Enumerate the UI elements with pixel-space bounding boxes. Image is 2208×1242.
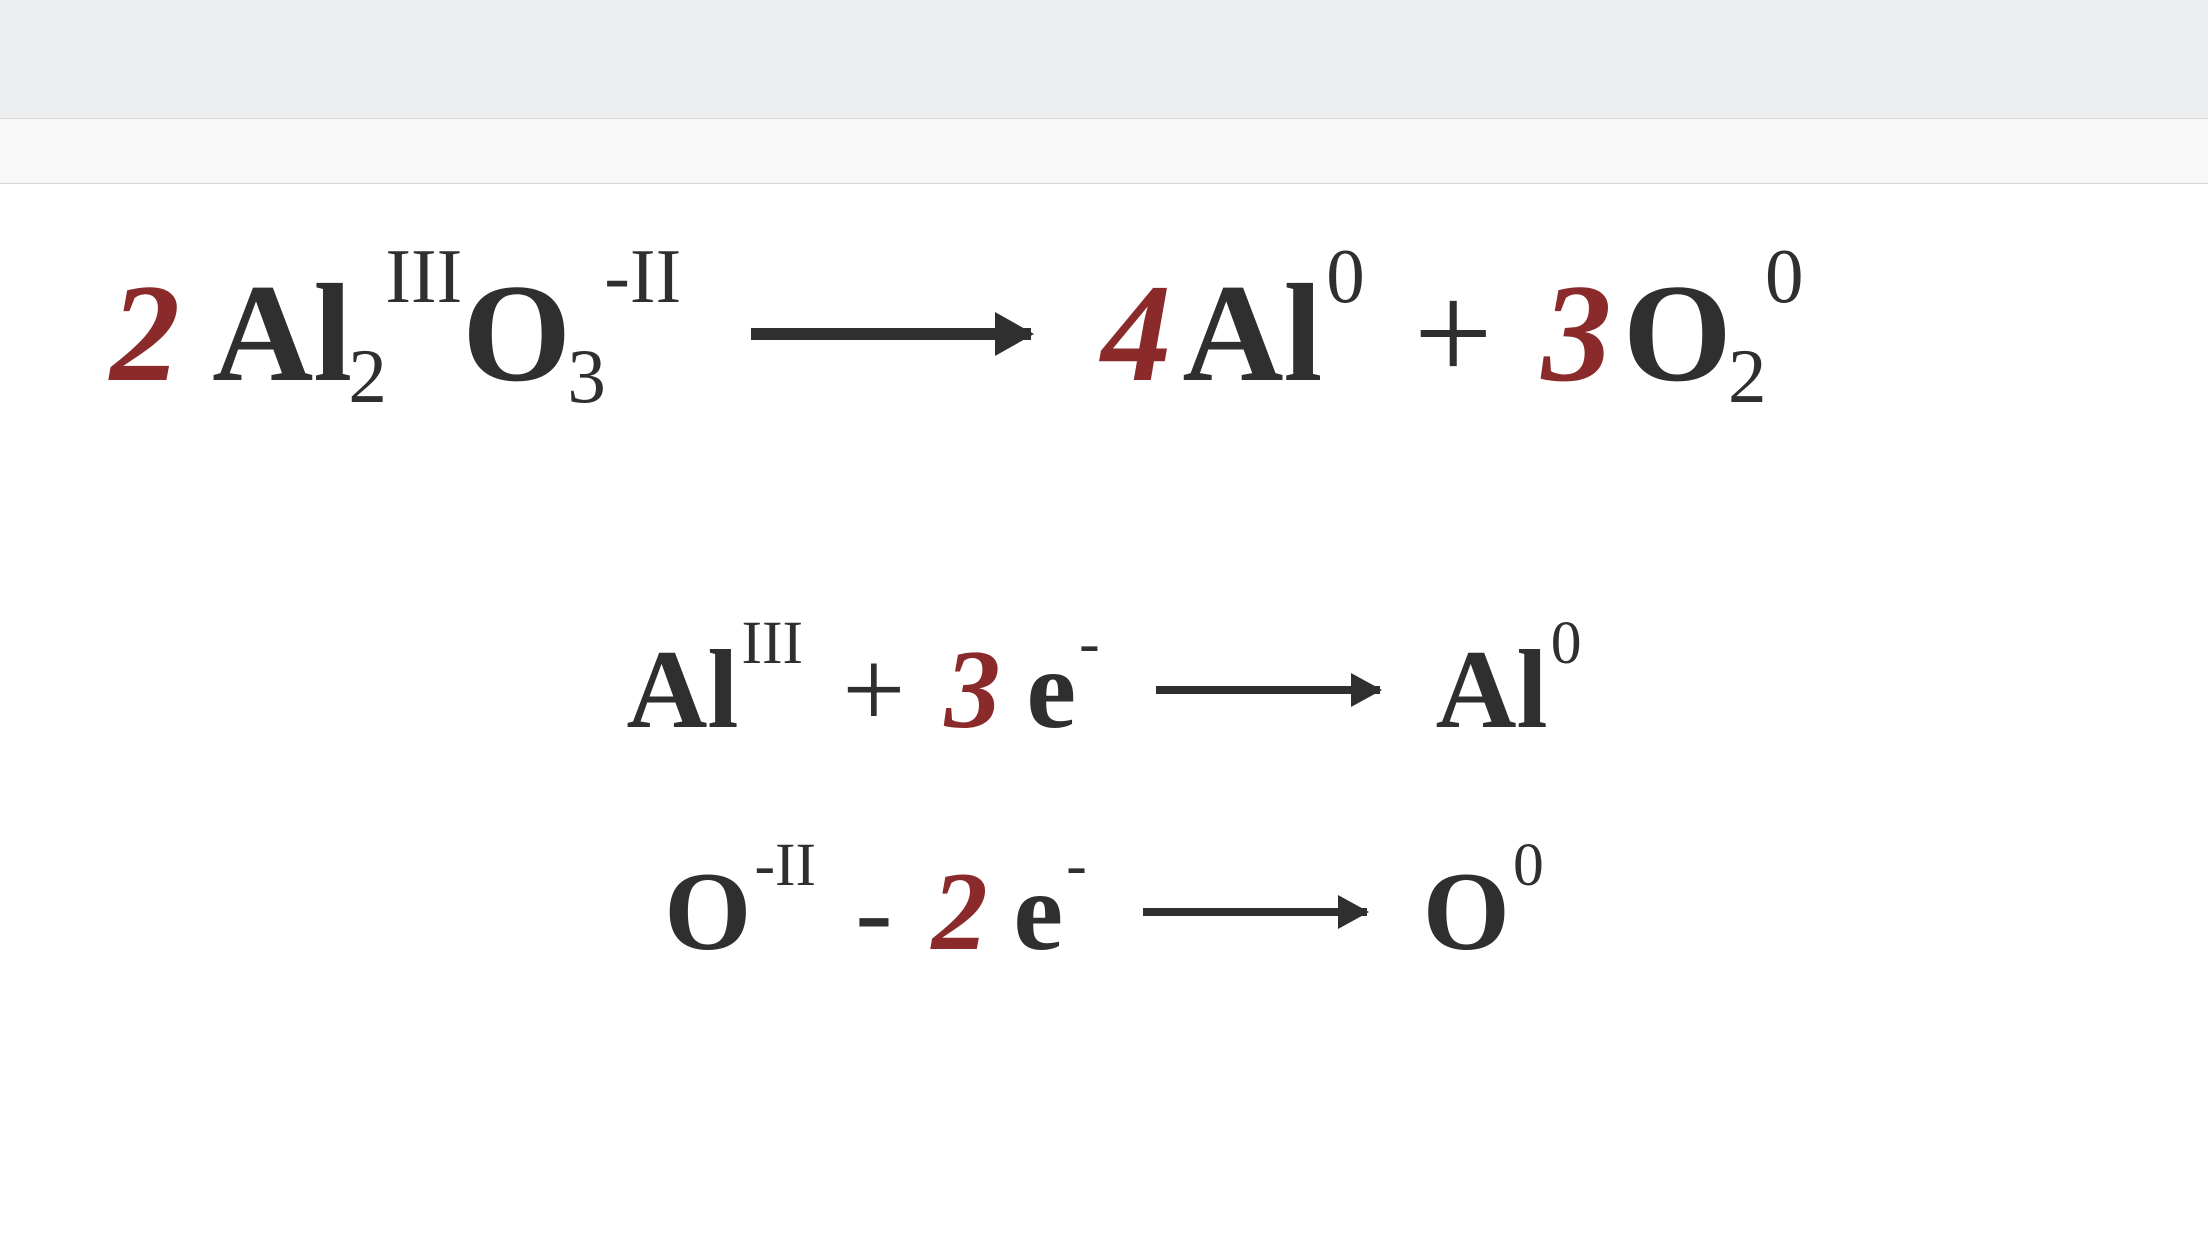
arrow-icon [1156,686,1380,695]
coefficient: 2 [110,264,180,404]
oxidation-state: 0 [1326,238,1365,315]
sub-bar [0,119,2208,184]
arrow-icon [1143,908,1367,917]
plus-operator: + [1414,264,1493,404]
plus-operator: + [842,634,905,746]
oxidation-state: 0 [1765,238,1804,315]
top-bar [0,0,2208,119]
element-o: O [462,264,571,404]
element-al: Al [1436,634,1548,746]
oxidation-state: -II [604,238,681,315]
half-reaction-reduction: Al III + 3 e - Al 0 [110,634,2098,746]
subscript: 2 [1728,338,1767,415]
chemistry-content: 2 Al 2 III O 3 -II 4 Al 0 + 3 O 2 0 Al I… [0,184,2208,968]
coefficient: 2 [932,856,988,968]
element-al: Al [212,264,352,404]
element-o: O [1623,264,1732,404]
coefficient: 3 [1542,264,1612,404]
oxidation-state: -II [754,835,816,897]
electron: e [1013,856,1063,968]
oxidation-state: III [742,613,804,675]
coefficient: 3 [945,634,1001,746]
subscript: 2 [348,338,387,415]
element-al: Al [626,634,738,746]
half-reaction-oxidation: O -II - 2 e - O 0 [110,856,2098,968]
oxidation-state: 0 [1551,613,1582,675]
oxidation-state: 0 [1513,835,1544,897]
coefficient: 4 [1101,264,1171,404]
electron: e [1026,634,1076,746]
element-o: O [1423,856,1510,968]
minus-operator: - [855,856,892,968]
subscript: 3 [567,338,606,415]
element-o: O [664,856,751,968]
arrow-icon [751,328,1031,339]
charge: - [1066,835,1087,897]
equation-main: 2 Al 2 III O 3 -II 4 Al 0 + 3 O 2 0 [110,264,2098,404]
element-al: Al [1182,264,1322,404]
charge: - [1079,613,1100,675]
oxidation-state: III [385,238,462,315]
